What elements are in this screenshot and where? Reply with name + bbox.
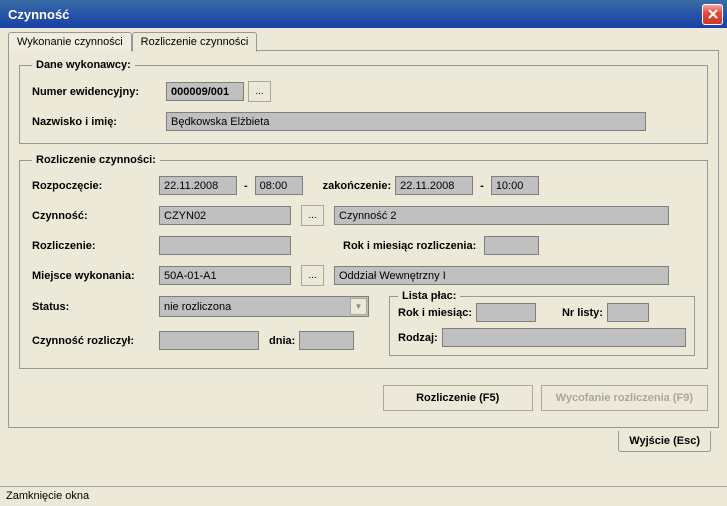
wyjscie-button[interactable]: Wyjście (Esc) <box>618 431 711 452</box>
titlebar: Czynność <box>0 0 727 28</box>
window-title: Czynność <box>4 7 69 22</box>
field-lista-rok <box>476 303 536 322</box>
legend-dane: Dane wykonawcy: <box>32 59 135 71</box>
field-miejsce-code: 50A-01-A1 <box>159 266 291 285</box>
close-icon <box>708 9 718 19</box>
label-lista-rok: Rok i miesiąc: <box>398 307 472 319</box>
window-content: Wykonanie czynności Rozliczenie czynnośc… <box>0 28 727 452</box>
field-lista-nr <box>607 303 649 322</box>
field-czynnosc-code: CZYN02 <box>159 206 291 225</box>
field-rozp-time: 08:00 <box>255 176 303 195</box>
label-rozliczenie: Rozliczenie: <box>32 240 155 252</box>
label-zak: zakończenie: <box>323 180 391 192</box>
statusbar: Zamknięcie okna <box>0 486 727 506</box>
dash-2: - <box>477 180 487 192</box>
field-lista-rodzaj <box>442 328 686 347</box>
field-rozp-date: 22.11.2008 <box>159 176 237 195</box>
statusbar-text: Zamknięcie okna <box>6 490 89 502</box>
combo-status-value: nie rozliczona <box>164 301 231 313</box>
tab-strip: Wykonanie czynności Rozliczenie czynnośc… <box>8 32 719 51</box>
label-miejsce: Miejsce wykonania: <box>32 270 155 282</box>
tab-wykonanie[interactable]: Wykonanie czynności <box>8 32 132 51</box>
label-czyn-rozl: Czynność rozliczył: <box>32 335 155 347</box>
rozliczenie-button[interactable]: Rozliczenie (F5) <box>383 385 533 411</box>
dash-1: - <box>241 180 251 192</box>
field-rozliczenie <box>159 236 291 255</box>
field-zak-time: 10:00 <box>491 176 539 195</box>
lookup-czynnosc-button[interactable]: ... <box>301 205 324 226</box>
label-status: Status: <box>32 301 155 313</box>
label-czynnosc: Czynność: <box>32 210 155 222</box>
action-buttons: Rozliczenie (F5) Wycofanie rozliczenia (… <box>19 379 708 417</box>
label-dnia: dnia: <box>269 335 295 347</box>
label-nazwisko: Nazwisko i imię: <box>32 116 162 128</box>
combo-status[interactable]: nie rozliczona ▼ <box>159 296 369 317</box>
field-dnia <box>299 331 354 350</box>
field-rok-mies <box>484 236 539 255</box>
legend-rozl: Rozliczenie czynności: <box>32 154 160 166</box>
label-lista-rodzaj: Rodzaj: <box>398 332 438 344</box>
lookup-miejsce-button[interactable]: ... <box>301 265 324 286</box>
group-dane-wykonawcy: Dane wykonawcy: Numer ewidencyjny: 00000… <box>19 59 708 144</box>
field-zak-date: 22.11.2008 <box>395 176 473 195</box>
label-rok-mies: Rok i miesiąc rozliczenia: <box>343 240 476 252</box>
wycofanie-button: Wycofanie rozliczenia (F9) <box>541 385 708 411</box>
group-lista-plac: Lista płac: Rok i miesiąc: Nr listy: Rod… <box>389 296 695 356</box>
group-rozliczenie-czynnosci: Rozliczenie czynności: Rozpoczęcie: 22.1… <box>19 154 708 369</box>
field-numer: 000009/001 <box>166 82 244 101</box>
legend-lista: Lista płac: <box>398 290 460 302</box>
label-rozp: Rozpoczęcie: <box>32 180 155 192</box>
tab-panel: Dane wykonawcy: Numer ewidencyjny: 00000… <box>8 50 719 428</box>
label-numer: Numer ewidencyjny: <box>32 86 162 98</box>
field-miejsce-desc: Oddział Wewnętrzny I <box>334 266 669 285</box>
tab-rozliczenie[interactable]: Rozliczenie czynności <box>132 32 258 52</box>
field-czynnosc-desc: Czynność 2 <box>334 206 669 225</box>
lookup-numer-button[interactable]: ... <box>248 81 271 102</box>
label-lista-nr: Nr listy: <box>562 307 603 319</box>
field-nazwisko: Będkowska Elżbieta <box>166 112 646 131</box>
chevron-down-icon: ▼ <box>350 298 367 315</box>
bottom-tab-strip: Wyjście (Esc) <box>8 431 719 452</box>
close-button[interactable] <box>702 4 723 25</box>
field-czyn-rozl <box>159 331 259 350</box>
